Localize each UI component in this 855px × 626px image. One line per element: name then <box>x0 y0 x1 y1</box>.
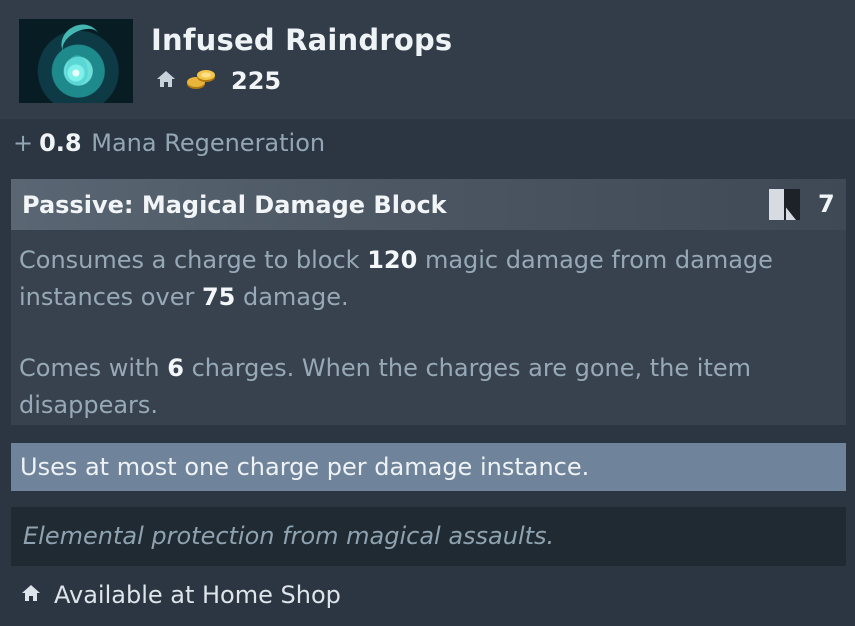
item-lore: Elemental protection from magical assaul… <box>11 507 846 566</box>
stat-prefix: + <box>13 129 34 157</box>
stat-line: +0.8 Mana Regeneration <box>13 129 325 157</box>
item-name: Infused Raindrops <box>151 23 453 57</box>
raindrop-item-icon <box>19 19 133 103</box>
home-shop-icon <box>155 68 177 94</box>
shop-availability: Available at Home Shop <box>20 578 341 612</box>
ability-panel: Passive: Magical Damage Block 7 Consumes… <box>11 179 846 425</box>
gold-coins-icon <box>185 66 217 96</box>
cooldown-value: 7 <box>818 190 835 218</box>
stat-label: Mana Regeneration <box>91 129 326 157</box>
charge-count: 6 <box>167 354 184 382</box>
item-cost: 225 <box>155 66 281 96</box>
tooltip-header: Infused Raindrops 225 <box>0 0 855 119</box>
block-amount: 120 <box>367 246 418 274</box>
desc-text: Comes with <box>19 354 168 382</box>
home-shop-icon <box>20 582 42 608</box>
cooldown-icon <box>769 189 800 220</box>
ability-description-paragraph: Comes with 6 charges. When the charges a… <box>19 350 829 424</box>
ability-note: Uses at most one charge per damage insta… <box>11 443 846 491</box>
item-cost-value: 225 <box>231 67 282 95</box>
damage-threshold: 75 <box>201 283 236 311</box>
ability-description: Consumes a charge to block 120 magic dam… <box>19 242 829 424</box>
ability-title: Passive: Magical Damage Block <box>22 191 447 219</box>
desc-text: damage. <box>235 283 349 311</box>
ability-header: Passive: Magical Damage Block 7 <box>11 179 846 230</box>
item-lore-text: Elemental protection from magical assaul… <box>23 522 555 550</box>
stat-value: 0.8 <box>39 129 82 157</box>
shop-availability-text: Available at Home Shop <box>54 581 341 609</box>
ability-note-text: Uses at most one charge per damage insta… <box>20 453 590 481</box>
desc-text: Consumes a charge to block <box>19 246 368 274</box>
item-tooltip: Infused Raindrops 225 +0.8 Mana Regenera… <box>0 0 855 626</box>
ability-description-paragraph: Consumes a charge to block 120 magic dam… <box>19 242 829 316</box>
